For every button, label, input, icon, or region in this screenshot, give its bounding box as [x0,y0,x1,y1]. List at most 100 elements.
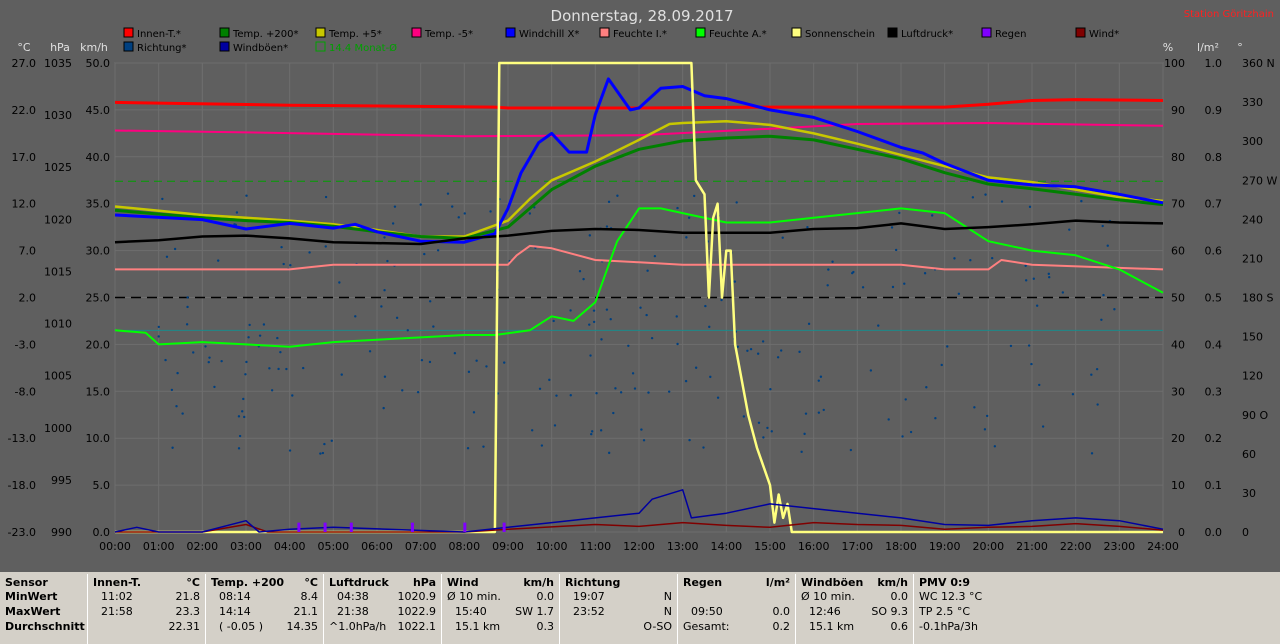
direction-dot [354,315,357,318]
direction-dot [898,211,901,215]
stats-richtung-min-time: 19:07 [573,590,605,603]
x-tick-label: 01:00 [143,540,175,553]
direction-dot [653,254,657,258]
rain-tick-label: 0.4 [1205,338,1223,351]
pressure-unit-label: hPa [50,41,70,54]
direction-tick-label: 30 [1242,487,1256,500]
x-tick-label: 00:00 [99,540,131,553]
rain-tick-label: 0.5 [1205,292,1223,305]
direction-dot [804,412,808,415]
direction-dot [934,417,937,420]
rain-tick-label: 0.1 [1205,479,1223,492]
stats-unit-boeen: km/h [877,576,908,589]
direction-dot [925,386,928,389]
stats-innen-max-value: 23.3 [175,605,201,618]
direction-dot [1090,373,1093,376]
direction-dot [380,305,383,308]
direction-dot [891,285,895,289]
direction-dot [605,308,609,311]
legend-swatch [887,27,898,38]
temp-tick-label: 27.0 [12,57,37,70]
direction-dot [173,247,177,251]
rain-tick-label: 0.8 [1205,151,1223,164]
direction-dot [330,439,333,442]
stats-druck-trend: ^1.0hPa/h [329,620,387,633]
stats-col-regen: Regen l/m² 09:50 0.0 Gesamt: 0.2 [678,574,796,644]
direction-dot [645,313,648,317]
direction-dot [592,309,596,312]
stats-druck-min-value: 1020.9 [397,590,437,603]
rain-tick-label: 0.6 [1205,245,1223,258]
wind-unit-label: km/h [80,41,108,54]
direction-dot [903,282,906,285]
direction-dot [383,375,387,378]
direction-dot [569,309,572,312]
direction-dot [746,349,749,353]
direction-dot [530,429,534,432]
direction-tick-label: 120 [1242,370,1263,383]
direction-dot [419,203,422,206]
direction-dot [869,369,873,372]
stats-boeen-min-label: Ø 10 min. [801,590,855,603]
direction-dot [247,336,250,339]
legend-label: 14.4 Monat-Ø [329,42,397,54]
direction-dot [592,320,596,324]
direction-dot [904,398,907,401]
temp-unit-label: °C [17,41,31,54]
stats-druck-avg-value: 1022.1 [397,620,437,633]
stats-wind-min-value: 0.0 [536,590,555,603]
stats-col-pmv: PMV 0:9 WC 12.3 °C TP 2.5 °C -0.1hPa/3h [914,574,1280,644]
direction-dot [161,197,164,201]
direction-dot [428,360,432,364]
direction-dot [985,414,989,418]
direction-dot [555,394,558,397]
direction-dot [990,256,994,260]
direction-dot [204,345,207,348]
direction-dot [1009,344,1013,348]
rain-bar [463,522,467,532]
direction-dot [220,359,223,363]
stats-temp-min-value: 8.4 [300,590,319,603]
stats-boeen-avg-value: 0.6 [890,620,909,633]
stats-wind-max-value: SW 1.7 [515,605,554,618]
direction-dot [957,292,961,295]
direction-dot [826,284,829,287]
direction-dot [467,370,471,374]
direction-dot [953,257,956,260]
direction-dot [1101,224,1104,228]
direction-dot [241,410,244,413]
weather-chart: Donnerstag, 28.09.2017 Station Göritzhai… [0,0,1280,572]
stats-temp-trend: ( -0.05 ) [219,620,264,633]
direction-dot [1024,264,1027,267]
direction-dot [319,452,322,455]
direction-dot [503,361,506,364]
legend-swatch [123,41,134,52]
direction-dot [600,338,603,341]
direction-dot [538,387,542,390]
direction-dot [742,415,746,418]
legend-label: Regen [995,29,1027,40]
direction-dot [175,405,178,408]
chart-background [0,0,1280,572]
direction-dot [285,367,288,371]
x-tick-label: 04:00 [274,540,306,553]
stats-wind-max-time: 15:40 [455,605,487,618]
direction-dot [416,390,420,394]
stats-temp-max-value: 21.1 [293,605,319,618]
pressure-tick-label: 1015 [44,265,72,278]
direction-dot [485,365,488,368]
direction-dot [238,434,242,438]
direction-dot [569,394,572,397]
wind-tick-label: 40.0 [86,151,111,164]
direction-dot [1096,403,1099,406]
legend-swatch [981,27,992,38]
wind-tick-label: 5.0 [93,479,111,492]
temp-tick-label: -18.0 [8,479,36,492]
temp-tick-label: 2.0 [19,292,37,305]
stats-richtung-max-value: N [663,605,672,618]
direction-tick-label: 270 W [1242,174,1277,187]
direction-dot [1041,425,1045,428]
rain-tick-label: 0.3 [1205,385,1223,398]
legend-label: Sonnenschein [805,29,875,40]
pressure-tick-label: 1000 [44,422,72,435]
